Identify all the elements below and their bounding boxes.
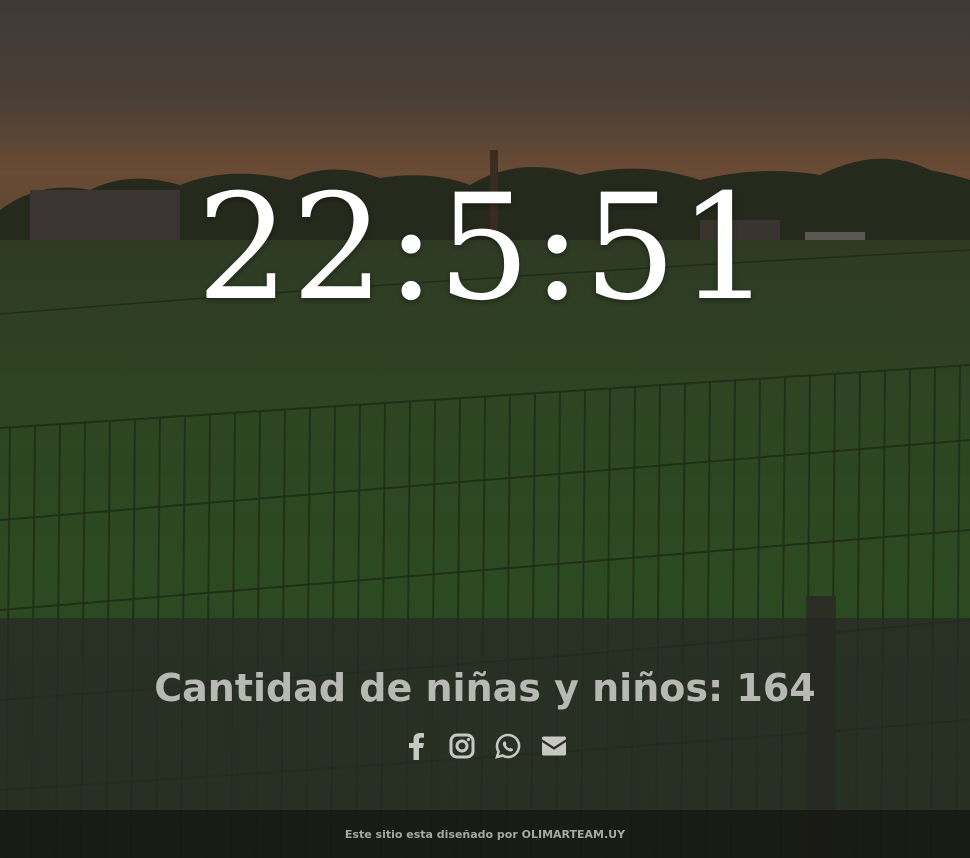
facebook-link[interactable] — [402, 731, 430, 761]
instagram-icon — [449, 733, 475, 759]
footer-prefix: Este sitio esta diseñado por — [344, 828, 518, 841]
page: 22:5:51 Cantidad de niñas y niños: 164 E… — [0, 0, 970, 858]
whatsapp-link[interactable] — [494, 731, 522, 761]
email-link[interactable] — [540, 731, 568, 761]
email-icon — [542, 736, 566, 756]
clock-display: 22:5:51 — [196, 163, 774, 333]
instagram-link[interactable] — [448, 731, 476, 761]
social-links — [0, 728, 970, 764]
footer-link[interactable]: OLIMARTEAM.UY — [522, 828, 625, 841]
whatsapp-icon — [495, 733, 521, 759]
children-count: Cantidad de niñas y niños: 164 — [154, 666, 816, 710]
facebook-icon — [409, 733, 424, 760]
footer-credit: Este sitio esta diseñado por OLIMARTEAM.… — [0, 826, 970, 844]
